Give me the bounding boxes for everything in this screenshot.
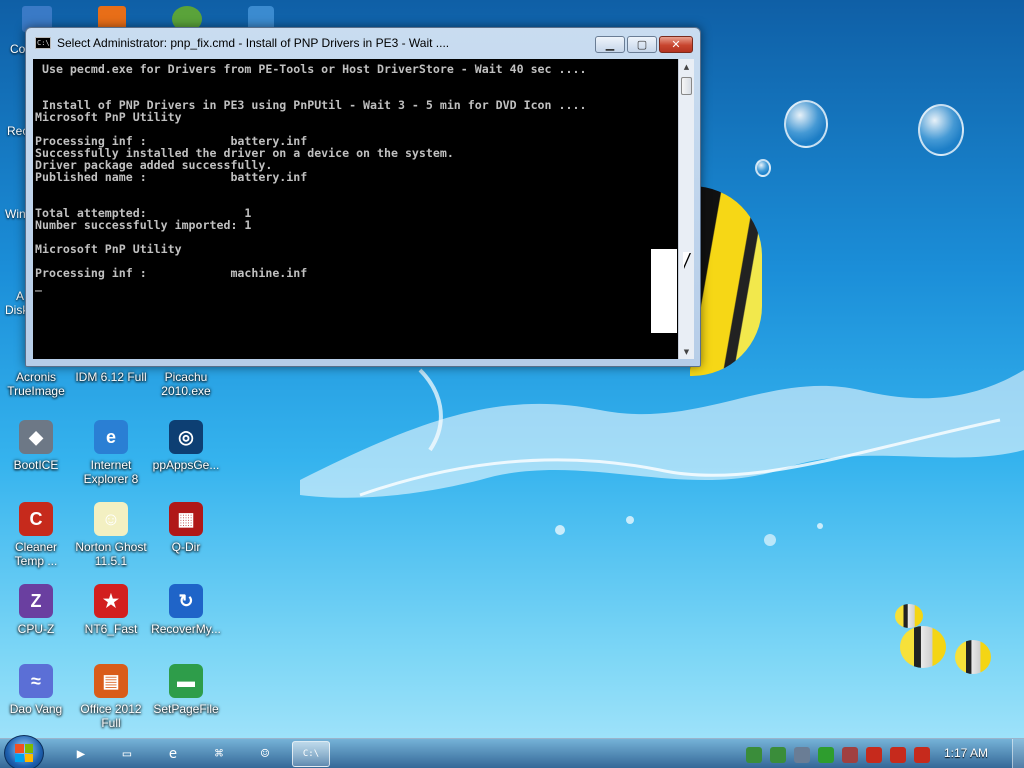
start-button[interactable]	[4, 735, 44, 768]
small-fish-decoration	[900, 626, 946, 668]
taskbar-button-ghost[interactable]: ☺	[246, 741, 284, 767]
close-icon: ✕	[671, 38, 681, 51]
maximize-button[interactable]: ▢	[627, 36, 657, 53]
ghost-icon: ☺	[260, 746, 270, 762]
office-icon: ▤	[94, 664, 128, 698]
network-icon: ⌘	[214, 746, 224, 762]
small-fish-decoration	[955, 640, 991, 674]
desktop-icon-nt6fast[interactable]: ★ NT6_Fast	[74, 584, 148, 636]
ghost-icon: ☺	[94, 502, 128, 536]
desktop-icon-label: IDM 6.12 Full	[75, 370, 147, 384]
console-window[interactable]: C:\ Select Administrator: pnp_fix.cmd - …	[25, 27, 701, 367]
desktop-icon-label: CPU-Z	[17, 622, 55, 636]
desktop-icon-label: Dao Vang	[9, 702, 63, 716]
cpuz-icon: Z	[19, 584, 53, 618]
desktop-icon-label: Acronis TrueImage	[7, 370, 65, 398]
minimize-icon: ▁	[605, 38, 615, 51]
scroll-down-arrow-icon[interactable]: ▼	[679, 344, 694, 359]
setpagefile-icon: ▬	[169, 664, 203, 698]
desktop-icon-label: NT6_Fast	[84, 622, 138, 636]
desktop-icon-ie8[interactable]: e Internet Explorer 8	[74, 420, 148, 486]
desktop-icon-cpuz[interactable]: Z CPU-Z	[0, 584, 73, 636]
cmd-icon: C:\	[302, 749, 320, 759]
console-text: Use pecmd.exe for Drivers from PE-Tools …	[35, 62, 587, 292]
qdir-icon: ▦	[169, 502, 203, 536]
desktop-icon-label: Internet Explorer 8	[83, 458, 139, 486]
partial-icon-label: Win	[5, 207, 26, 221]
media-player-icon: ▶	[76, 746, 86, 762]
desktop-icon-daovang[interactable]: ≈ Dao Vang	[0, 664, 73, 716]
window-title: Select Administrator: pnp_fix.cmd - Inst…	[57, 36, 450, 50]
desktop-icon-norton[interactable]: ☺ Norton Ghost 11.5.1	[74, 502, 148, 568]
desktop-icon-label: SetPageFile	[153, 702, 219, 716]
desktop-icon-label: Office 2012 Full	[80, 702, 142, 730]
network-tray-icon[interactable]	[746, 747, 762, 763]
internet-explorer-icon: e	[168, 746, 178, 762]
close-button[interactable]: ✕	[659, 36, 693, 53]
small-bubble	[755, 159, 771, 177]
scroll-up-arrow-icon[interactable]: ▲	[679, 59, 694, 74]
desktop-icon-setpagefile[interactable]: ▬ SetPageFile	[149, 664, 223, 716]
taskbar-button-internet-explorer[interactable]: e	[154, 741, 192, 767]
nt6-fast-icon: ★	[94, 584, 128, 618]
taskbar: ▶ ▭ e ⌘ ☺ C:\ 1:17 AM	[0, 735, 1024, 768]
bootice-icon: ◆	[19, 420, 53, 454]
dao-vang-icon: ≈	[19, 664, 53, 698]
action-center-icon[interactable]	[890, 747, 906, 763]
partial-icon-label: Co	[10, 42, 26, 56]
desktop-icon-ppapps[interactable]: ◎ ppAppsGe...	[149, 420, 223, 472]
clock[interactable]: 1:17 AM	[944, 746, 988, 760]
vertical-scrollbar[interactable]: ▲ ▼	[678, 59, 694, 359]
logo-bubble	[918, 104, 964, 156]
folder-icon: ▭	[122, 746, 132, 762]
taskbar-button-folder[interactable]: ▭	[108, 741, 146, 767]
minimize-button[interactable]: ▁	[595, 36, 625, 53]
taskbar-button-media-player[interactable]: ▶	[62, 741, 100, 767]
desktop-icon-label: BootICE	[13, 458, 59, 472]
cleaner-icon: C	[19, 502, 53, 536]
mouse-cursor-icon	[683, 252, 697, 268]
mute-icon[interactable]	[914, 747, 930, 763]
maximize-icon: ▢	[636, 38, 648, 51]
desktop-icon-label: Norton Ghost 11.5.1	[75, 540, 147, 568]
desktop-icon-cleaner[interactable]: C Cleaner Temp ...	[0, 502, 73, 568]
safely-remove-icon[interactable]	[770, 747, 786, 763]
cmd-icon: C:\	[35, 37, 51, 49]
desktop-icon-label: Q-Dir	[171, 540, 201, 554]
desktop-icon-label: RecoverMy...	[151, 622, 221, 636]
desktop-icon-office2012[interactable]: ▤ Office 2012 Full	[74, 664, 148, 730]
desktop-icon-label: Picachu 2010.exe	[161, 370, 211, 398]
tools-icon[interactable]	[842, 747, 858, 763]
internet-explorer-icon: e	[94, 420, 128, 454]
small-fish-decoration	[895, 604, 923, 628]
ppapps-icon: ◎	[169, 420, 203, 454]
rendering-artifact	[651, 249, 677, 333]
display-icon[interactable]	[794, 747, 810, 763]
desktop-icon-qdir[interactable]: ▦ Q-Dir	[149, 502, 223, 554]
play-icon[interactable]	[818, 747, 834, 763]
partial-icon-label: A	[16, 289, 25, 303]
taskbar-button-cmd[interactable]: C:\	[292, 741, 330, 767]
taskbar-button-network[interactable]: ⌘	[200, 741, 238, 767]
desktop-icon-label: Cleaner Temp ...	[14, 540, 58, 568]
console-output-area[interactable]: Use pecmd.exe for Drivers from PE-Tools …	[33, 59, 678, 359]
recover-my-files-icon: ↻	[169, 584, 203, 618]
desktop-icon-recovermy[interactable]: ↻ RecoverMy...	[149, 584, 223, 636]
desktop-icon-bootice[interactable]: ◆ BootICE	[0, 420, 73, 472]
scrollbar-thumb[interactable]	[681, 77, 692, 95]
windows-logo-icon	[15, 744, 33, 762]
shield-icon[interactable]	[866, 747, 882, 763]
desktop-icon-label: ppAppsGe...	[152, 458, 220, 472]
show-desktop-button[interactable]	[1012, 739, 1024, 768]
windows-logo-bubble	[784, 100, 828, 148]
